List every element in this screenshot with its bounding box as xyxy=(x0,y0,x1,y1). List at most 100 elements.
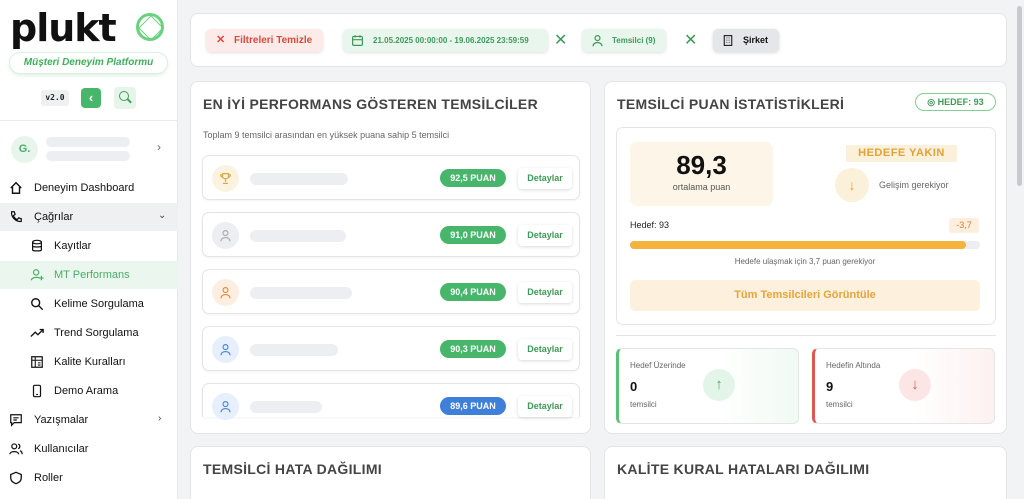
list-item[interactable]: 90,3 PUAN Detaylar xyxy=(202,326,580,371)
score-badge: 90,4 PUAN xyxy=(440,283,506,301)
sidebar-item-users[interactable]: Kullanıcılar xyxy=(0,435,178,463)
phone-icon xyxy=(10,211,22,223)
shield-icon xyxy=(10,471,22,485)
divider xyxy=(616,335,996,336)
sidebar-item-messages[interactable]: Yazışmalar › xyxy=(0,406,178,434)
sidebar-item-records[interactable]: Kayıtlar xyxy=(0,232,178,260)
card-title: KALİTE KURAL HATALARI DAĞILIMI xyxy=(617,461,870,477)
arrow-down-icon: ↓ xyxy=(899,369,931,401)
user-menu[interactable]: G. › xyxy=(0,130,178,166)
difference-badge: -3,7 xyxy=(949,218,979,233)
scrollbar[interactable] xyxy=(1017,6,1022,186)
score-badge: 92,5 PUAN xyxy=(440,169,506,187)
details-button[interactable]: Detaylar xyxy=(518,396,572,417)
user-icon xyxy=(592,35,603,47)
trophy-icon xyxy=(212,165,239,192)
sidebar-item-mt-performance[interactable]: MT Performans xyxy=(0,261,178,289)
sidebar: plukt Müşteri Deneyim Platformu v2.0 ‹ G… xyxy=(0,0,178,499)
remove-reps-filter-icon[interactable]: ✕ xyxy=(684,30,697,50)
status-badge: HEDEFE YAKIN xyxy=(846,145,957,162)
user-icon xyxy=(212,222,239,249)
chevron-down-icon: ⌄ xyxy=(158,210,167,221)
average-score-label: ortalama puan xyxy=(672,182,731,192)
sidebar-item-calls[interactable]: Çağrılar ⌄ xyxy=(0,203,178,231)
brand-logo[interactable]: plukt xyxy=(10,8,170,48)
score-summary: 89,3 ortalama puan HEDEFE YAKIN ↓ Gelişi… xyxy=(616,127,996,325)
list-item[interactable]: 91,0 PUAN Detaylar xyxy=(202,212,580,257)
progress-fill xyxy=(630,241,966,249)
stat-unit: temsilci xyxy=(630,400,657,409)
company-filter[interactable]: Şirket xyxy=(713,29,779,52)
clear-filters-label: Filtreleri Temizle xyxy=(234,35,313,46)
target-label: Hedef: 93 xyxy=(630,220,670,230)
stat-label: Hedef Üzerinde xyxy=(630,361,686,370)
sidebar-item-dashboard[interactable]: Deneyim Dashboard xyxy=(0,174,178,202)
database-icon xyxy=(32,239,42,252)
card-title: TEMSİLCİ PUAN İSTATİSTİKLERİ xyxy=(617,96,845,112)
logo-globe-icon xyxy=(136,13,164,41)
close-icon: ✕ xyxy=(216,34,226,46)
details-button[interactable]: Detaylar xyxy=(518,225,572,246)
top-performers-card: EN İYİ PERFORMANS GÖSTEREN TEMSİLCİLER T… xyxy=(190,81,591,434)
reps-filter-value: Temsilci (9) xyxy=(612,36,656,45)
mobile-icon xyxy=(32,384,42,398)
brand-name: plukt xyxy=(10,6,117,50)
score-badge: 91,0 PUAN xyxy=(440,226,506,244)
target-badge-label: HEDEF: 93 xyxy=(937,97,984,107)
divider xyxy=(0,120,178,121)
quality-errors-card: KALİTE KURAL HATALARI DAĞILIMI xyxy=(604,446,1007,499)
details-button[interactable]: Detaylar xyxy=(518,282,572,303)
above-target-card: Hedef Üzerinde 0 temsilci ↑ xyxy=(616,348,799,424)
sidebar-item-word-search[interactable]: Kelime Sorgulama xyxy=(0,290,178,318)
progress-bar xyxy=(630,241,980,249)
sidebar-item-roles[interactable]: Roller xyxy=(0,464,178,492)
sidebar-search-button[interactable] xyxy=(114,87,136,109)
trend-icon xyxy=(30,328,44,337)
date-range-value: 21.05.2025 00:00:00 - 19.06.2025 23:59:5… xyxy=(373,36,529,45)
home-icon xyxy=(10,181,22,194)
average-score-box: 89,3 ortalama puan xyxy=(630,142,773,206)
user-icon xyxy=(212,336,239,363)
date-range-filter[interactable]: 21.05.2025 00:00:00 - 19.06.2025 23:59:5… xyxy=(343,29,548,52)
sidebar-item-label: Kelime Sorgulama xyxy=(54,298,144,310)
error-distribution-card: TEMSİLCİ HATA DAĞILIMI xyxy=(190,446,591,499)
score-badge: 90,3 PUAN xyxy=(440,340,506,358)
company-filter-value: Şirket xyxy=(743,35,769,45)
rep-name-placeholder xyxy=(250,344,338,356)
search-icon xyxy=(31,298,44,311)
stat-value: 9 xyxy=(826,379,834,394)
version-badge: v2.0 xyxy=(41,90,69,106)
stat-value: 0 xyxy=(630,379,638,394)
user-icon xyxy=(212,279,239,306)
progress-note: Hedefe ulaşmak için 3,7 puan gerekiyor xyxy=(734,257,876,266)
status-note: Gelişim gerekiyor xyxy=(879,180,949,190)
sidebar-item-demo-call[interactable]: Demo Arama xyxy=(0,377,178,405)
list-item[interactable]: 89,6 PUAN Detaylar xyxy=(202,383,580,420)
card-subtitle: Toplam 9 temsilci arasından en yüksek pu… xyxy=(203,130,450,140)
sidebar-item-label: Trend Sorgulama xyxy=(54,327,139,339)
sidebar-item-label: MT Performans xyxy=(54,269,130,281)
rep-name-placeholder xyxy=(250,173,348,185)
view-all-reps-button[interactable]: Tüm Temsilcileri Görüntüle xyxy=(630,280,980,311)
list-item[interactable]: 92,5 PUAN Detaylar xyxy=(202,155,580,200)
card-title: TEMSİLCİ HATA DAĞILIMI xyxy=(203,461,382,477)
reps-filter[interactable]: Temsilci (9) xyxy=(582,29,666,52)
average-score-value: 89,3 xyxy=(676,150,727,180)
building-icon xyxy=(723,35,733,46)
sidebar-item-trend-search[interactable]: Trend Sorgulama xyxy=(0,319,178,347)
sidebar-item-label: Kalite Kuralları xyxy=(54,356,126,368)
remove-date-filter-icon[interactable]: ✕ xyxy=(554,30,567,50)
collapse-sidebar-button[interactable]: ‹ xyxy=(81,88,101,108)
sidebar-item-quality-rules[interactable]: Kalite Kuralları xyxy=(0,348,178,376)
details-button[interactable]: Detaylar xyxy=(518,168,572,189)
card-title: EN İYİ PERFORMANS GÖSTEREN TEMSİLCİLER xyxy=(203,96,538,112)
brand-tagline: Müşteri Deneyim Platformu xyxy=(10,53,167,73)
clear-filters-button[interactable]: ✕ Filtreleri Temizle xyxy=(206,29,323,52)
chat-icon xyxy=(10,414,22,427)
list-item[interactable]: 90,4 PUAN Detaylar xyxy=(202,269,580,314)
user-role-placeholder xyxy=(46,151,130,161)
rep-name-placeholder xyxy=(250,287,352,299)
arrow-up-icon: ↑ xyxy=(703,369,735,401)
rep-name-placeholder xyxy=(250,401,322,413)
details-button[interactable]: Detaylar xyxy=(518,339,572,360)
